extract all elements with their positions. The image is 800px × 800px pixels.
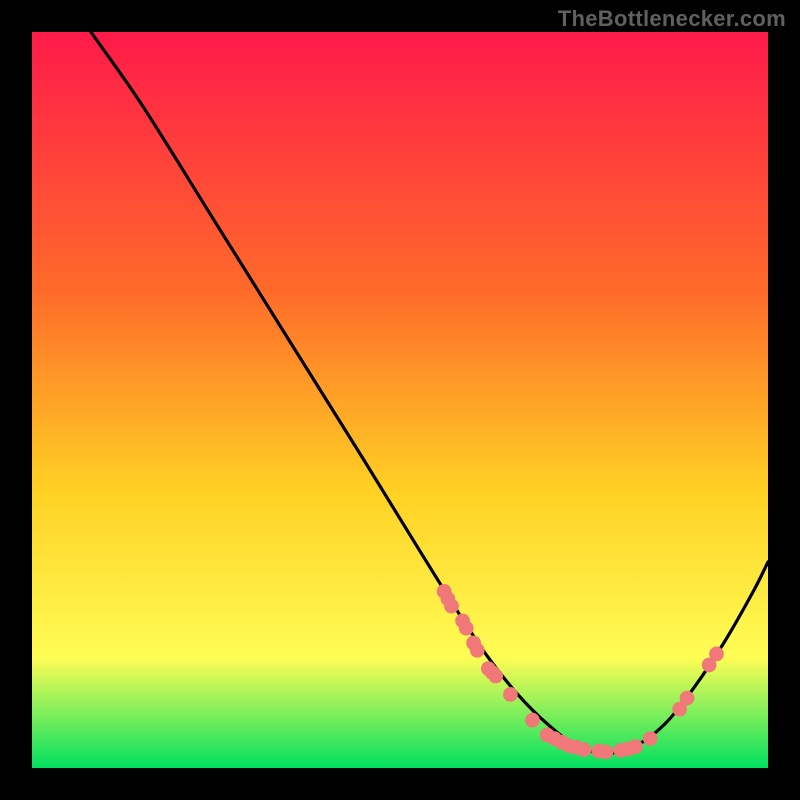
data-marker	[628, 739, 643, 754]
data-marker	[599, 744, 614, 759]
data-marker	[444, 599, 459, 614]
data-marker	[577, 742, 592, 757]
data-marker	[470, 643, 485, 658]
data-marker	[525, 713, 540, 728]
plot-area	[32, 32, 768, 768]
data-marker	[643, 731, 658, 746]
gradient-bg	[32, 32, 768, 768]
attribution-watermark: TheBottlenecker.com	[558, 6, 786, 32]
data-marker	[680, 691, 695, 706]
data-marker	[709, 647, 724, 662]
chart-frame: TheBottlenecker.com	[0, 0, 800, 800]
data-marker	[503, 687, 518, 702]
data-marker	[488, 669, 503, 684]
chart-svg	[32, 32, 768, 768]
data-marker	[455, 613, 470, 628]
